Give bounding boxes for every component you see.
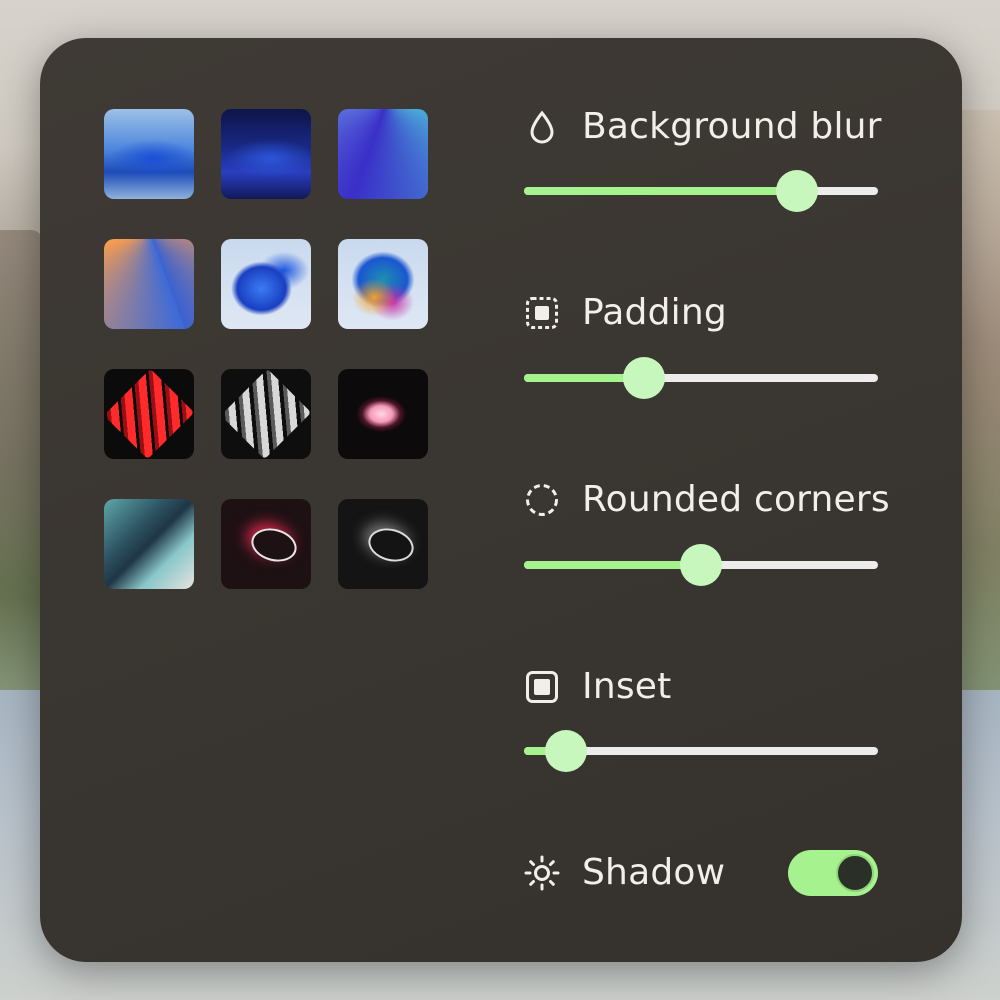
wallpaper-pink-blob[interactable] [338,369,428,459]
padding-icon [524,295,560,331]
background-blur-slider[interactable] [524,170,878,212]
shadow-row: Shadow [524,852,725,893]
wallpaper-blue-waves-light[interactable] [104,109,194,199]
sun-icon [524,855,560,891]
wallpaper-red-stripes[interactable] [104,369,194,459]
wallpaper-colorful-bloom[interactable] [338,239,428,329]
padding-row: Padding [524,292,727,333]
background-blur-label: Background blur [582,106,882,147]
shadow-toggle[interactable] [788,850,878,896]
inset-label: Inset [582,666,672,707]
rounded-corners-slider[interactable] [524,544,878,586]
rounded-corners-label: Rounded corners [582,479,890,520]
settings-panel: Background blur Padding Rounded corners … [40,38,962,962]
wallpaper-teal-abstract[interactable] [104,499,194,589]
drop-icon [524,109,560,145]
slider-thumb[interactable] [545,730,588,772]
wallpaper-blue-bloom[interactable] [221,239,311,329]
wallpaper-gray-stripes[interactable] [221,369,311,459]
wallpaper-blue-waves-dark[interactable] [221,109,311,199]
dashed-circle-icon [524,482,560,518]
slider-thumb[interactable] [775,170,818,212]
rounded-corners-row: Rounded corners [524,479,890,520]
wallpaper-white-ring[interactable] [338,499,428,589]
wallpaper-grid [104,109,428,589]
slider-fill [524,187,797,195]
wallpaper-blue-green-rays[interactable] [338,109,428,199]
inset-square-icon [524,669,560,705]
background-blur-row: Background blur [524,106,882,147]
shadow-label: Shadow [582,852,726,893]
slider-thumb[interactable] [623,357,666,399]
inset-row: Inset [524,666,671,707]
inset-slider[interactable] [524,730,878,772]
wallpaper-orange-blue-rays[interactable] [104,239,194,329]
wallpaper-red-ring[interactable] [221,499,311,589]
padding-slider[interactable] [524,357,878,399]
padding-label: Padding [582,292,727,333]
slider-fill [524,561,701,569]
slider-thumb[interactable] [680,544,722,586]
toggle-knob [836,854,874,892]
